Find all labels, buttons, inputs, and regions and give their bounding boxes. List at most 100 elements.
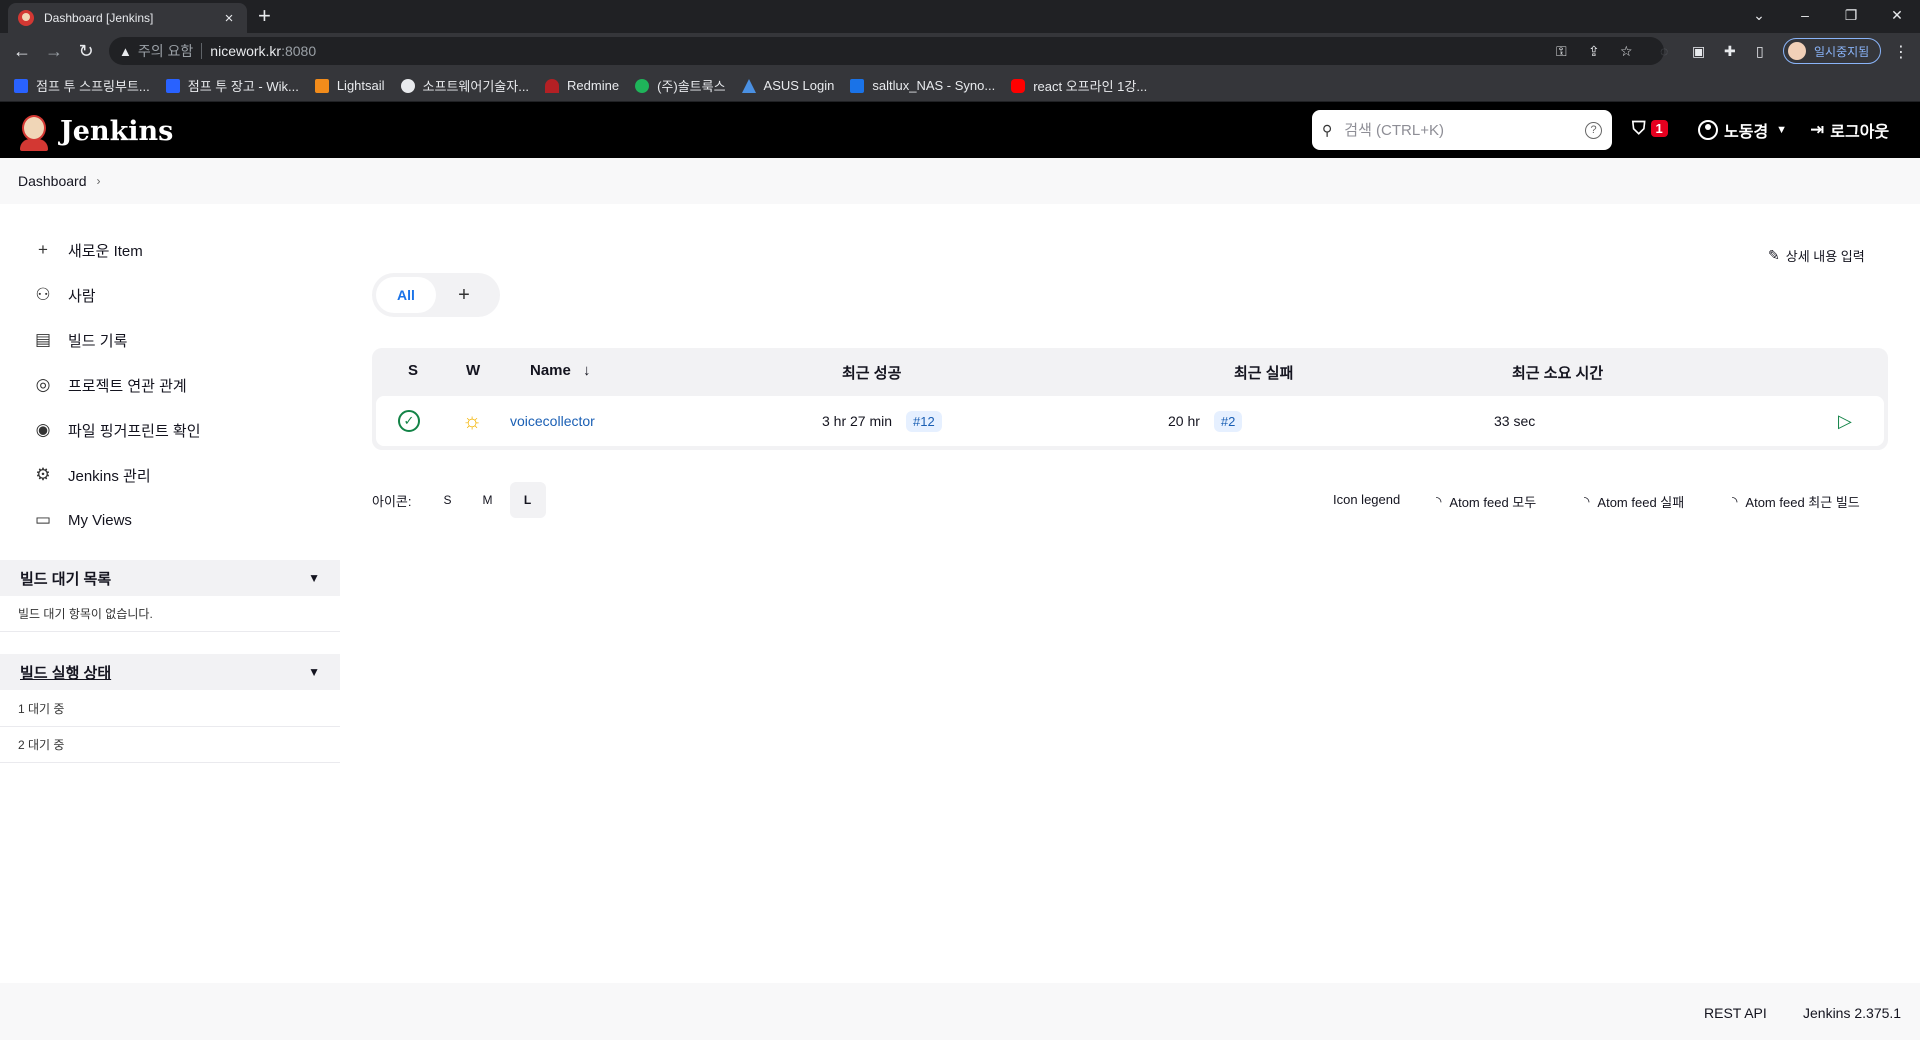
sidebar-item-build-history[interactable]: ▤ 빌드 기록 [32, 328, 127, 352]
last-success-cell: 3 hr 27 min #12 [822, 396, 942, 446]
security-alerts-button[interactable]: ⛉ 1 [1632, 118, 1668, 139]
logout-label: 로그아웃 [1830, 124, 1890, 141]
search-help-icon[interactable]: ? [1585, 121, 1602, 139]
sidebar-item-new-item[interactable]: + 새로운 Item [32, 238, 143, 262]
bookmark-label: 점프 투 스프링부트... [36, 79, 150, 94]
jenkins-home-link[interactable]: Jenkins [18, 111, 173, 151]
sidebar-item-label: 파일 핑거프린트 확인 [68, 422, 201, 440]
breadcrumb-dashboard-link[interactable]: Dashboard [18, 173, 87, 189]
new-tab-button[interactable]: + [258, 4, 271, 28]
bookmark-label: 점프 투 장고 - Wik... [187, 79, 299, 94]
side-panel-icon[interactable]: ▯ [1756, 43, 1764, 60]
bookmark-item[interactable]: ASUS Login [741, 78, 834, 93]
column-header-last-success[interactable]: 최근 성공 [842, 362, 901, 383]
success-check-icon[interactable]: ✓ [398, 410, 420, 432]
chevron-right-icon[interactable]: › [97, 174, 101, 188]
atom-feed-failures-label: Atom feed 실패 [1597, 495, 1685, 510]
redmine-icon [545, 78, 560, 93]
executors-header[interactable]: 빌드 실행 상태 ▼ [0, 654, 340, 690]
sidebar-item-fingerprint[interactable]: ◉ 파일 핑거프린트 확인 [32, 418, 201, 442]
jenkins-header: Jenkins ⚲ ? ⛉ 1 노동경 ▼ ⇥ 로그아웃 [0, 102, 1920, 158]
sidebar-item-label: My Views [68, 511, 132, 529]
bookmark-item[interactable]: 점프 투 장고 - Wik... [165, 76, 299, 95]
atom-feed-latest-label: Atom feed 최근 빌드 [1745, 495, 1860, 510]
rest-api-link[interactable]: REST API [1704, 1005, 1767, 1021]
bookmark-star-icon[interactable]: ☆ [1620, 43, 1633, 60]
edit-description-link[interactable]: ✎ 상세 내용 입력 [1768, 246, 1865, 265]
column-header-name[interactable]: Name ↓ [530, 362, 591, 379]
loading-extension-icon[interactable]: ◌ [1660, 43, 1668, 59]
back-icon[interactable]: ← [10, 39, 34, 63]
close-window-icon[interactable]: ✕ [1874, 0, 1920, 30]
chevron-down-icon[interactable]: ▼ [308, 571, 320, 585]
job-table: S W Name ↓ 최근 성공 최근 실패 최근 소요 시간 ✓ ☼ voic… [372, 348, 1888, 450]
build-queue-header[interactable]: 빌드 대기 목록 ▼ [0, 560, 340, 596]
jenkins-version-link[interactable]: Jenkins 2.375.1 [1803, 1005, 1901, 1021]
last-failure-build-link[interactable]: #2 [1213, 410, 1243, 432]
add-view-button[interactable]: + [436, 284, 492, 307]
icon-size-m[interactable]: M [470, 482, 506, 518]
tab-all[interactable]: All [376, 277, 436, 313]
restore-icon[interactable]: ❐ [1828, 0, 1874, 30]
icon-size-label: 아이콘: [372, 493, 412, 509]
tab-search-icon[interactable]: ⌄ [1736, 0, 1782, 30]
last-duration-cell: 33 sec [1494, 413, 1536, 429]
user-menu-button[interactable]: 노동경 ▼ [1698, 118, 1787, 142]
executors-title[interactable]: 빌드 실행 상태 [20, 662, 111, 683]
wikidocs-icon [165, 78, 180, 93]
people-icon: ⚇ [35, 285, 51, 304]
sidebar-item-my-views[interactable]: ▭ My Views [32, 508, 132, 532]
browser-menu-icon[interactable]: ⋮ [1893, 42, 1909, 62]
browser-tab[interactable]: Dashboard [Jenkins] × [8, 3, 247, 33]
sidebar-item-label: 빌드 기록 [68, 332, 128, 350]
reload-icon[interactable]: ↻ [74, 39, 98, 63]
rss-icon: ◝ [1584, 493, 1590, 509]
bookmark-item[interactable]: Redmine [545, 78, 619, 93]
bookmark-label: Redmine [567, 78, 620, 93]
extension-icon[interactable]: ▣ [1692, 43, 1705, 60]
logout-button[interactable]: ⇥ 로그아웃 [1810, 118, 1889, 142]
bookmark-item[interactable]: (주)솔트룩스 [635, 76, 726, 95]
atom-feed-all-link[interactable]: ◝ Atom feed 모두 [1436, 492, 1536, 511]
sunny-weather-icon[interactable]: ☼ [462, 408, 482, 434]
atom-feed-latest-link[interactable]: ◝ Atom feed 최근 빌드 [1732, 492, 1860, 511]
shield-icon: ⛉ [1632, 118, 1646, 138]
atom-feed-failures-link[interactable]: ◝ Atom feed 실패 [1584, 492, 1684, 511]
relationship-icon: ◎ [35, 375, 51, 394]
column-header-weather[interactable]: W [466, 362, 480, 379]
search-input[interactable] [1344, 121, 1585, 139]
close-tab-icon[interactable]: × [221, 10, 237, 27]
sort-arrow-icon: ↓ [583, 362, 591, 379]
url-host: nicework.kr [210, 43, 282, 59]
bookmark-item[interactable]: 점프 투 스프링부트... [14, 76, 150, 95]
sidebar-item-manage-jenkins[interactable]: ⚙ Jenkins 관리 [32, 463, 150, 487]
column-header-last-duration[interactable]: 최근 소요 시간 [1512, 362, 1603, 383]
schedule-build-button[interactable]: ▷ [1838, 396, 1852, 446]
icon-size-l[interactable]: L [509, 482, 546, 518]
rss-icon: ◝ [1732, 493, 1738, 509]
column-header-status[interactable]: S [408, 362, 418, 379]
sidebar-item-people[interactable]: ⚇ 사람 [32, 283, 95, 307]
address-bar[interactable]: ▲ 주의 요함 nicework.kr:8080 [109, 37, 1664, 65]
icon-legend-link[interactable]: Icon legend [1333, 492, 1400, 507]
minimize-icon[interactable]: – [1782, 0, 1828, 30]
icon-size-s[interactable]: S [430, 482, 466, 518]
bookmark-item[interactable]: react 오프라인 1강... [1011, 76, 1147, 95]
bookmark-label: react 오프라인 1강... [1033, 79, 1148, 94]
forward-icon[interactable]: → [42, 39, 66, 63]
share-icon[interactable]: ⇪ [1588, 43, 1600, 60]
bookmark-item[interactable]: Lightsail [314, 78, 385, 93]
security-warning-text[interactable]: 주의 요함 [138, 41, 193, 61]
logout-icon: ⇥ [1810, 120, 1825, 139]
puzzle-icon[interactable]: ✚ [1724, 43, 1736, 60]
sidebar-item-project-relationship[interactable]: ◎ 프로젝트 연관 관계 [32, 373, 187, 397]
bookmark-item[interactable]: saltlux_NAS - Syno... [850, 78, 995, 93]
last-success-build-link[interactable]: #12 [906, 410, 942, 432]
bookmark-item[interactable]: 소프트웨어기술자... [400, 76, 529, 95]
column-header-last-failure[interactable]: 최근 실패 [1234, 362, 1293, 383]
job-link[interactable]: voicecollector [510, 413, 595, 429]
chevron-down-icon[interactable]: ▼ [308, 665, 320, 679]
key-icon[interactable]: ⚿ [1556, 43, 1567, 60]
play-icon: ▷ [1838, 410, 1852, 431]
profile-button[interactable]: 일시중지됨 [1783, 38, 1881, 64]
